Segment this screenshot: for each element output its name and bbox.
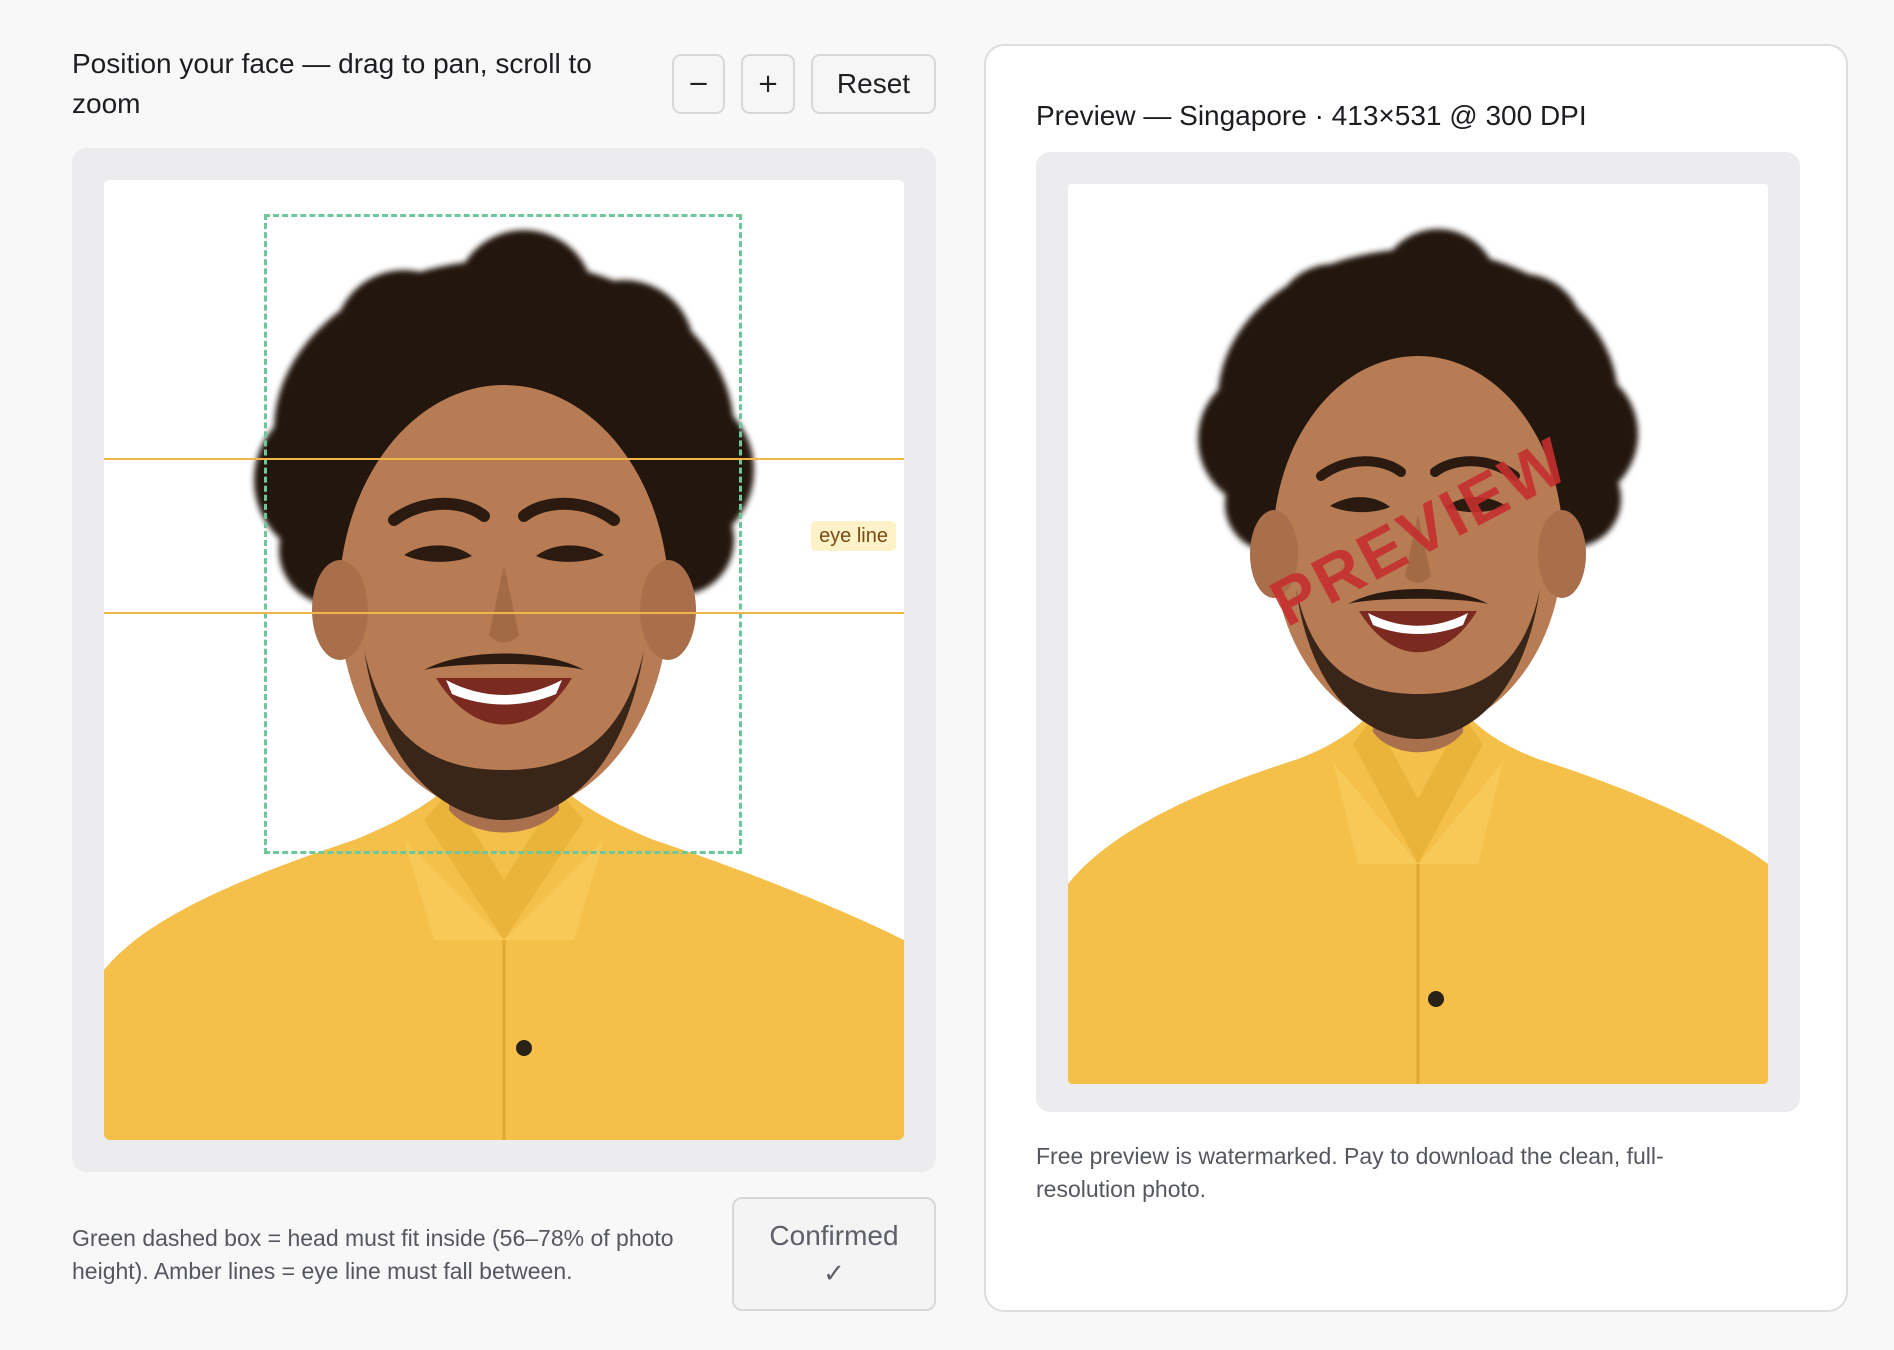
head-guide-box bbox=[264, 214, 742, 854]
confirmed-label: Confirmed bbox=[769, 1220, 899, 1251]
check-icon: ✓ bbox=[823, 1259, 845, 1289]
reset-button[interactable]: Reset bbox=[811, 54, 936, 114]
plus-icon: + bbox=[757, 69, 779, 99]
eye-line-top-guide bbox=[104, 458, 904, 460]
minus-icon: − bbox=[687, 69, 710, 99]
confirmed-button[interactable]: Confirmed ✓ bbox=[732, 1197, 936, 1311]
preview-note: Free preview is watermarked. Pay to down… bbox=[1036, 1143, 1664, 1202]
editor-frame: eye line bbox=[72, 148, 936, 1172]
zoom-in-button[interactable]: + bbox=[741, 54, 795, 114]
eye-line-bottom-guide bbox=[104, 612, 904, 614]
eye-line-label: eye line bbox=[811, 521, 896, 551]
preview-title: Preview — Singapore · 413×531 @ 300 DPI bbox=[1036, 100, 1587, 131]
guide-legend: Green dashed box = head must fit inside … bbox=[72, 1225, 674, 1284]
preview-portrait-photo bbox=[1068, 184, 1768, 1084]
preview-photo-canvas: PREVIEW bbox=[1068, 184, 1768, 1084]
photo-crop-canvas[interactable]: eye line bbox=[104, 180, 904, 1140]
preview-frame: PREVIEW bbox=[1036, 152, 1800, 1112]
zoom-out-button[interactable]: − bbox=[672, 54, 725, 114]
editor-title: Position your face — drag to pan, scroll… bbox=[72, 48, 592, 119]
preview-card: Preview — Singapore · 413×531 @ 300 DPI bbox=[984, 44, 1848, 1312]
